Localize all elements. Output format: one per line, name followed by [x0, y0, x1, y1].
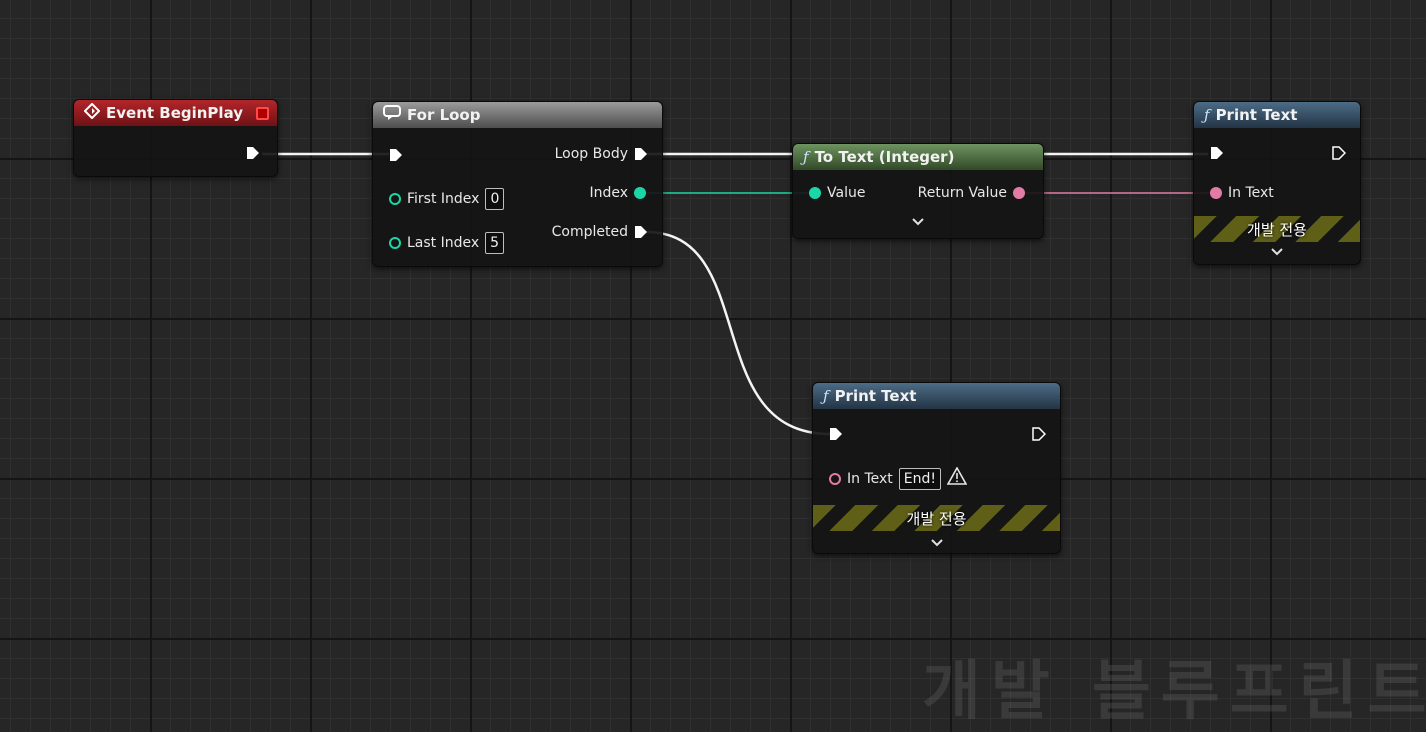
print-text-bottom-header[interactable]: ƒ Print Text [813, 383, 1060, 409]
print-bottom-exec-in-pin[interactable] [829, 427, 843, 441]
exec-out-icon [635, 148, 647, 160]
expand-chevron-icon[interactable] [1194, 244, 1360, 260]
loop-icon [383, 105, 401, 125]
text-pin-icon [829, 472, 841, 485]
for-loop-node[interactable]: For Loop First Index 0 Last Index 5 Loop… [372, 101, 663, 267]
event-stop-icon [256, 107, 269, 120]
print-text-bottom-title: Print Text [834, 387, 917, 405]
event-diamond-icon [83, 102, 101, 123]
completed-label: Completed [551, 224, 628, 240]
first-index-label: First Index [407, 191, 480, 207]
print-top-in-text-pin[interactable]: In Text [1210, 185, 1274, 201]
development-only-banner: 개발 전용 [1194, 216, 1360, 242]
completed-pin[interactable]: Completed [552, 224, 648, 240]
print-top-in-text-label: In Text [1228, 185, 1274, 201]
event-beginplay-node[interactable]: Event BeginPlay [73, 99, 278, 177]
event-beginplay-header[interactable]: Event BeginPlay [74, 100, 277, 126]
to-text-integer-node[interactable]: ƒ To Text (Integer) Value Return Value [792, 143, 1044, 239]
function-icon: ƒ [1204, 106, 1210, 124]
function-icon: ƒ [823, 387, 829, 405]
development-only-banner: 개발 전용 [813, 505, 1060, 531]
forloop-exec-in-pin[interactable] [389, 148, 403, 162]
value-label: Value [827, 185, 866, 201]
print-top-exec-in-pin[interactable] [1210, 146, 1224, 160]
for-loop-title: For Loop [407, 106, 481, 124]
integer-pin-icon [634, 187, 646, 199]
for-loop-header[interactable]: For Loop [373, 102, 662, 128]
return-value-label: Return Value [917, 185, 1007, 201]
exec-out-hollow-icon [1032, 427, 1046, 441]
to-text-header[interactable]: ƒ To Text (Integer) [793, 144, 1043, 170]
graph-watermark: 개발 블루프린트 [922, 655, 1426, 729]
exec-in-icon [1211, 147, 1223, 159]
last-index-input[interactable]: 5 [485, 232, 505, 254]
loop-body-label: Loop Body [554, 146, 628, 162]
print-text-node-bottom[interactable]: ƒ Print Text In Text End! 개발 전용 [812, 382, 1061, 554]
print-text-top-title: Print Text [1215, 106, 1298, 124]
print-text-node-top[interactable]: ƒ Print Text In Text 개발 전용 [1193, 101, 1361, 265]
text-pin-icon [1013, 187, 1025, 199]
print-bottom-in-text-pin[interactable]: In Text End! [829, 466, 968, 490]
expand-chevron-icon[interactable] [813, 535, 1060, 551]
first-index-pin[interactable]: First Index 0 [389, 188, 505, 210]
print-top-exec-out-pin[interactable] [1332, 146, 1346, 160]
in-text-input[interactable]: End! [898, 467, 941, 490]
return-value-pin[interactable]: Return Value [918, 185, 1025, 201]
index-pin[interactable]: Index [589, 185, 646, 201]
exec-in-icon [830, 428, 842, 440]
last-index-label: Last Index [407, 235, 480, 251]
print-bottom-in-text-label: In Text [847, 470, 893, 487]
warning-icon [946, 466, 968, 490]
to-text-title: To Text (Integer) [814, 148, 955, 166]
event-beginplay-title: Event BeginPlay [106, 104, 244, 122]
integer-pin-icon [389, 237, 401, 249]
first-index-input[interactable]: 0 [485, 188, 505, 210]
exec-out-hollow-icon [1332, 146, 1346, 160]
loop-body-pin[interactable]: Loop Body [555, 146, 648, 162]
expand-chevron-icon[interactable] [793, 214, 1043, 230]
integer-pin-icon [809, 187, 821, 199]
index-label: Index [589, 185, 628, 201]
function-icon: ƒ [803, 148, 809, 166]
exec-out-icon [247, 147, 259, 159]
beginplay-exec-out-pin[interactable] [246, 146, 260, 160]
text-pin-icon [1210, 187, 1222, 199]
last-index-pin[interactable]: Last Index 5 [389, 232, 505, 254]
development-only-label: 개발 전용 [906, 509, 967, 528]
value-pin[interactable]: Value [809, 185, 865, 201]
print-text-top-header[interactable]: ƒ Print Text [1194, 102, 1360, 128]
print-bottom-exec-out-pin[interactable] [1032, 427, 1046, 441]
exec-wire-completed-printtext [645, 230, 831, 436]
integer-pin-icon [389, 193, 401, 205]
development-only-label: 개발 전용 [1247, 220, 1307, 239]
exec-out-icon [635, 226, 647, 238]
exec-in-icon [390, 149, 402, 161]
